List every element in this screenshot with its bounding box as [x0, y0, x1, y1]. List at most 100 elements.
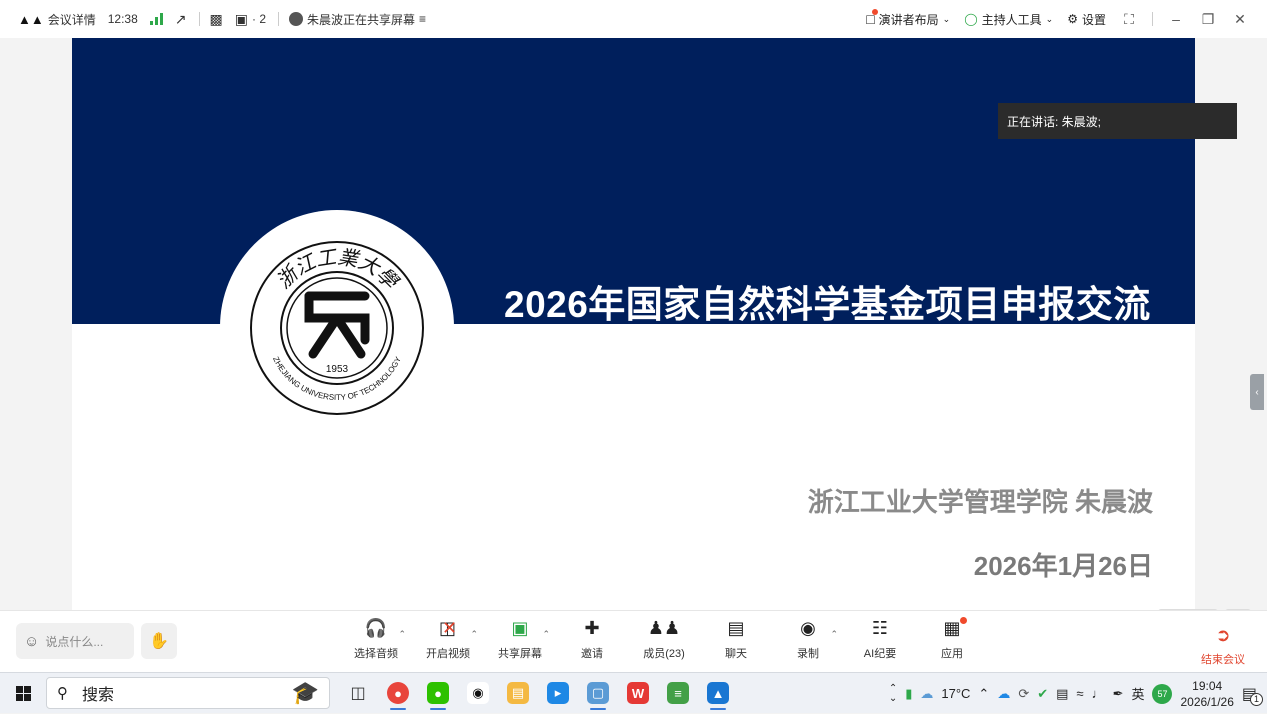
ime-indicator[interactable]: 英 [1131, 684, 1144, 703]
share-screen-button[interactable]: ▣ 共享屏幕 ⌃ [484, 617, 556, 661]
members-label: 成员(23) [643, 648, 685, 660]
battery-icon[interactable]: ▮ [905, 686, 912, 702]
headset-icon: 🎧 [364, 617, 388, 638]
qq-icon[interactable]: ◉ [458, 673, 498, 713]
weather-icon[interactable]: ☁ [920, 686, 933, 702]
raise-hand-button[interactable]: ✋ [141, 623, 177, 659]
minimize-icon[interactable]: – [1167, 11, 1185, 27]
weather-temp[interactable]: 17°C [941, 686, 970, 701]
tencent-meeting-icon[interactable]: ▲ [698, 673, 738, 713]
chat-quick-placeholder: 说点什么... [45, 634, 104, 649]
graduation-cap-icon: 🎓 [291, 680, 319, 705]
ai-notes-label: AI纪要 [863, 648, 897, 660]
host-tools-button[interactable]: ◯ 主持人工具 ⌄ [964, 11, 1053, 28]
clock-time: 19:04 [1192, 678, 1223, 693]
app-badge-icon[interactable]: 57 [1152, 683, 1173, 704]
menu-icon: ≡ [419, 12, 427, 26]
meeting-details-button[interactable]: ▲▲ 会议详情 [18, 11, 96, 28]
apps-label: 应用 [941, 648, 963, 660]
members-icon: ♟♟ [647, 617, 681, 638]
record-button[interactable]: ◉ 录制 ⌃ [772, 617, 844, 661]
select-audio-button[interactable]: 🎧 选择音频 ⌃ [340, 617, 412, 661]
wps-icon[interactable]: W [618, 673, 658, 713]
divider [278, 12, 279, 26]
wifi-icon[interactable]: ≈ [1076, 686, 1083, 701]
video-off-icon: ◫ ✕ [438, 617, 458, 638]
caret-up-icon[interactable]: ⌃ [470, 629, 478, 640]
notification-dot [960, 617, 967, 624]
close-icon[interactable]: ✕ [1231, 11, 1249, 28]
members-button[interactable]: ♟♟ 成员(23) [628, 617, 700, 661]
invite-button[interactable]: ✚ 邀请 [556, 617, 628, 661]
file-explorer-icon[interactable]: ▤ [498, 673, 538, 713]
meeting-details-label: 会议详情 [47, 12, 96, 27]
meeting-top-bar: ▲▲ 会议详情 12:38 ↗ ▩ ▣ · 2 朱晨波正在共享屏幕 ≡ □ 演讲… [0, 0, 1267, 38]
view-count-label: · 2 [251, 12, 266, 26]
chrome-icon[interactable]: ● [378, 673, 418, 713]
host-tools-label: 主持人工具 [981, 12, 1042, 27]
end-meeting-button[interactable]: ➲ 结束会议 [1201, 625, 1245, 667]
popout-icon[interactable]: ↗ [175, 11, 187, 28]
stacked-app-icon[interactable]: ≡ [658, 673, 698, 713]
chat-button[interactable]: ▤ 聊天 [700, 617, 772, 661]
chevron-down-icon: ⌄ [1045, 13, 1054, 24]
layout-icon: □ [866, 9, 878, 27]
app-badge-count: 57 [1157, 688, 1168, 699]
invite-icon: ✚ [584, 617, 600, 638]
keyboard-icon[interactable]: ▤ [1056, 686, 1068, 702]
wechat-icon[interactable]: ● [418, 673, 458, 713]
taskbar-clock[interactable]: 19:04 2026/1/26 [1180, 678, 1233, 710]
caret-up-icon[interactable]: ⌃ [542, 629, 550, 640]
raise-hand-icon: ✋ [149, 633, 169, 650]
restore-icon[interactable]: ❐ [1199, 11, 1217, 28]
select-audio-label: 选择音频 [354, 648, 398, 660]
shield-icon: ◯ [964, 12, 978, 26]
toolbar-actions: 🎧 选择音频 ⌃ ◫ ✕ 开启视频 ⌃ ▣ 共享屏幕 ⌃ ✚ 邀请 ♟♟ 成员(2… [340, 617, 988, 661]
windows-logo-icon [15, 685, 31, 701]
mute-all-icon[interactable]: ▩ [210, 11, 223, 28]
settings-button[interactable]: ⚙ 设置 [1067, 11, 1106, 28]
presenter-layout-label: 演讲者布局 [878, 12, 939, 27]
presenter-layout-button[interactable]: □ 演讲者布局 ⌄ [866, 9, 951, 28]
start-button[interactable] [0, 685, 46, 701]
caret-up-icon[interactable]: ⌃ [830, 629, 838, 640]
side-panel-toggle[interactable]: ‹ [1250, 374, 1264, 410]
screen-icon: ▣ [234, 10, 248, 27]
chevron-down-icon: ⌄ [942, 13, 951, 24]
task-view-icon[interactable]: ◫ [338, 673, 378, 713]
tray-overflow-icon[interactable]: ⌃ [978, 686, 989, 702]
slide-date: 2026年1月26日 [973, 551, 1153, 581]
start-video-button[interactable]: ◫ ✕ 开启视频 ⌃ [412, 617, 484, 661]
sharing-status[interactable]: 朱晨波正在共享屏幕 ≡ [289, 11, 426, 28]
volume-muted-icon[interactable]: ♩ [1092, 686, 1105, 701]
shared-screen-area: 浙江工業大學 ZHEJIANG UNIVERSITY OF TECHNOLOGY… [0, 38, 1267, 635]
chat-label: 聊天 [725, 648, 747, 660]
speaking-label: 正在讲话: 朱晨波; [1007, 114, 1102, 129]
ai-notes-button[interactable]: ☷ AI纪要 [844, 617, 916, 661]
pen-tray-icon[interactable]: ✒ [1113, 686, 1124, 702]
apps-button[interactable]: ▦ 应用 [916, 617, 988, 661]
view-switch-button[interactable]: ▣ · 2 [235, 11, 266, 28]
emoji-icon: ☺ [24, 632, 40, 650]
network-signal-icon[interactable] [149, 13, 163, 25]
bilibili-icon[interactable]: ▸ [538, 673, 578, 713]
fullscreen-icon[interactable]: ⛶ [1120, 11, 1138, 28]
university-logo: 浙江工業大學 ZHEJIANG UNIVERSITY OF TECHNOLOGY… [250, 241, 424, 415]
sharing-status-label: 朱晨波正在共享屏幕 [307, 12, 416, 27]
taskbar-search-label: 搜索 [82, 687, 115, 704]
windows-taskbar: ⚲ 搜索 🎓 ◫ ● ● ◉ ▤ ▸ ▢ W ≡ ▲ ⌃ ⌄ ▮ ☁ 17°C ⌃… [0, 672, 1267, 713]
update-icon[interactable]: ✔ [1037, 686, 1048, 702]
scroll-arrows-icon[interactable]: ⌃ ⌄ [889, 683, 897, 704]
sync-icon[interactable]: ⟳ [1018, 686, 1029, 702]
speaking-indicator: 正在讲话: 朱晨波; [998, 103, 1237, 139]
elapsed-time-label: 12:38 [107, 12, 138, 26]
exit-icon: ➲ [1215, 625, 1231, 645]
chat-quick-input[interactable]: ☺ 说点什么... [16, 623, 134, 659]
caret-up-icon[interactable]: ⌃ [398, 629, 406, 640]
onedrive-icon[interactable]: ☁ [997, 686, 1010, 702]
taskbar-search[interactable]: ⚲ 搜索 🎓 [46, 677, 330, 709]
notification-center-icon[interactable]: ▤ 1 [1242, 684, 1263, 706]
notes-app-icon[interactable]: ▢ [578, 673, 618, 713]
clock-date: 2026/1/26 [1180, 694, 1234, 709]
record-label: 录制 [797, 648, 819, 660]
